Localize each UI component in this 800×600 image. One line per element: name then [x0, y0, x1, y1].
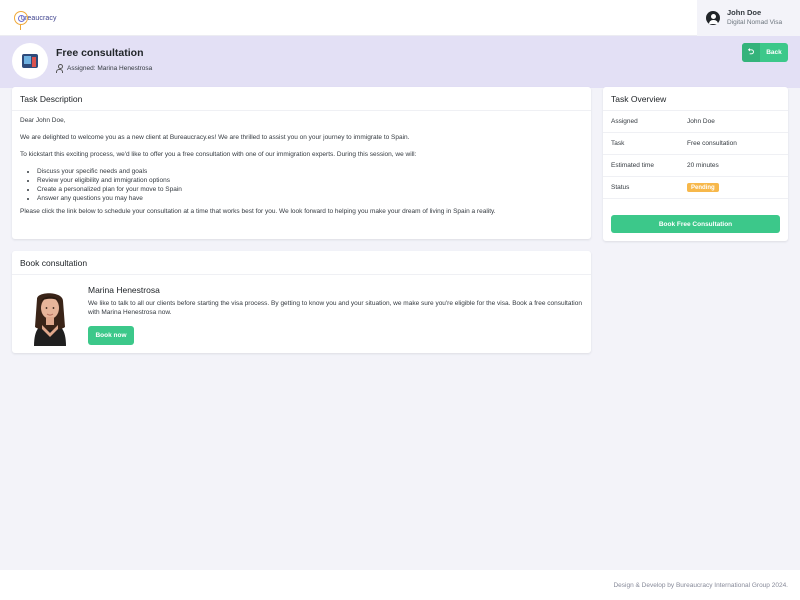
- overview-value: John Doe: [687, 118, 715, 125]
- footer: Design & Develop by Bureaucracy Internat…: [0, 570, 800, 600]
- user-avatar-icon: [706, 11, 720, 25]
- brand-logo[interactable]: ureaucracy: [14, 7, 74, 30]
- page-header-band: [0, 36, 800, 88]
- logo-icon: [14, 11, 28, 30]
- user-name: John Doe: [727, 8, 762, 17]
- person-icon: [56, 64, 63, 73]
- consultant-name: Marina Henestrosa: [88, 285, 160, 295]
- task-avatar: [12, 43, 48, 79]
- overview-key: Status: [611, 184, 630, 191]
- back-button[interactable]: ⮌ Back: [742, 43, 788, 62]
- task-overview-card: Task Overview Assigned John Doe Task Fre…: [603, 87, 788, 241]
- overview-key: Assigned: [611, 118, 638, 125]
- overview-key: Estimated time: [611, 162, 654, 169]
- book-now-button[interactable]: Book now: [88, 326, 134, 345]
- book-consultation-heading: Book consultation: [12, 251, 591, 275]
- status-badge: Pending: [687, 183, 719, 192]
- description-intro: We are delighted to welcome you as a new…: [20, 134, 410, 141]
- overview-row-estimated-time: Estimated time 20 minutes: [603, 155, 788, 177]
- description-lead: To kickstart this exciting process, we'd…: [20, 151, 417, 158]
- user-subtitle: Digital Nomad Visa: [727, 19, 783, 26]
- description-list: Discuss your specific needs and goals Re…: [37, 167, 583, 203]
- task-image-icon: [22, 54, 38, 68]
- overview-value: 20 minutes: [687, 162, 719, 169]
- consultant-photo: [20, 289, 80, 346]
- task-description-heading: Task Description: [12, 87, 591, 111]
- description-closing: Please click the link below to schedule …: [20, 208, 496, 215]
- book-consultation-card: Book consultation Marina Henestrosa We l…: [12, 251, 591, 353]
- list-item: Create a personalized plan for your move…: [37, 185, 583, 194]
- top-bar: ureaucracy John Doe Digital Nomad Visa: [0, 0, 800, 36]
- footer-text: Design & Develop by Bureaucracy Internat…: [613, 581, 788, 589]
- task-description-card: Task Description Dear John Doe, We are d…: [12, 87, 591, 239]
- description-greeting: Dear John Doe,: [20, 117, 66, 124]
- back-button-label: Back: [766, 49, 782, 56]
- user-menu[interactable]: John Doe Digital Nomad Visa: [697, 0, 800, 36]
- overview-row-status: Status Pending: [603, 177, 788, 199]
- list-item: Discuss your specific needs and goals: [37, 167, 583, 176]
- assigned-info: Assigned: Marina Henestrosa: [56, 64, 153, 73]
- task-overview-heading: Task Overview: [603, 87, 788, 111]
- assigned-label: Assigned: Marina Henestrosa: [67, 64, 153, 72]
- undo-arrow-icon: ⮌: [742, 43, 760, 62]
- page-title: Free consultation: [56, 47, 144, 59]
- consultation-text: We like to talk to all our clients befor…: [88, 300, 582, 316]
- overview-row-task: Task Free consultation: [603, 133, 788, 155]
- list-item: Review your eligibility and immigration …: [37, 176, 583, 185]
- list-item: Answer any questions you may have: [37, 194, 583, 203]
- book-free-consultation-button[interactable]: Book Free Consultation: [611, 215, 780, 233]
- overview-value: Free consultation: [687, 140, 737, 147]
- overview-key: Task: [611, 140, 625, 147]
- overview-row-assigned: Assigned John Doe: [603, 111, 788, 133]
